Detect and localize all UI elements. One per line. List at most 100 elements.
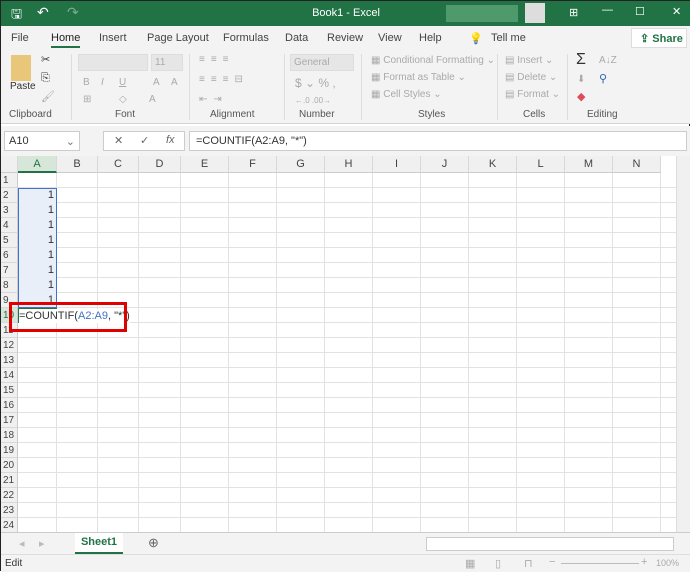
indent-icons[interactable]: ⇤⇥ (199, 94, 228, 105)
cell-A8[interactable]: 1 (18, 278, 57, 293)
row-header-17[interactable]: 17 (1, 413, 18, 428)
formula-input[interactable]: =COUNTIF(A2:A9, "*") (189, 131, 687, 151)
name-box[interactable]: A10 ⌄ (4, 131, 80, 151)
cell-A3[interactable]: 1 (18, 203, 57, 218)
tab-data[interactable]: Data (285, 32, 308, 44)
row-header-14[interactable]: 14 (1, 368, 18, 383)
column-header-I[interactable]: I (373, 156, 421, 173)
column-header-A[interactable]: A (18, 156, 57, 173)
sort-filter-icon[interactable]: A↓Z (599, 55, 617, 66)
tab-review[interactable]: Review (327, 32, 363, 44)
row-header-23[interactable]: 23 (1, 503, 18, 518)
column-header-L[interactable]: L (517, 156, 565, 173)
fill-icon[interactable]: ⬇ (577, 74, 585, 85)
paste-icon[interactable] (11, 55, 31, 81)
column-header-E[interactable]: E (181, 156, 229, 173)
cell-A2[interactable]: 1 (18, 188, 57, 203)
format-painter-icon[interactable]: 🖌 (41, 90, 55, 103)
font-size-select[interactable]: 11 (151, 54, 183, 71)
spreadsheet-grid[interactable]: A B C D E F G H I J K L M N 1 2 3 4 5 6 7 8 9 10 11 12 13 14 15 16 17 1… (1, 156, 676, 532)
row-header-24[interactable]: 24 (1, 518, 18, 532)
column-header-F[interactable]: F (229, 156, 277, 173)
zoom-out-icon[interactable]: − (549, 556, 555, 568)
horizontal-align-icons[interactable]: ≡≡≡⊟ (199, 74, 249, 85)
row-header-13[interactable]: 13 (1, 353, 18, 368)
column-header-D[interactable]: D (139, 156, 181, 173)
cancel-icon[interactable]: ✕ (114, 134, 123, 147)
zoom-level[interactable]: 100% (656, 558, 679, 568)
horizontal-scrollbar[interactable] (426, 537, 674, 551)
minimize-icon[interactable]: — (602, 4, 613, 16)
font-shrink-icon[interactable]: A (171, 77, 178, 88)
insert-function-icon[interactable]: fx (166, 134, 175, 146)
row-header-7[interactable]: 7 (1, 263, 18, 278)
tab-formulas[interactable]: Formulas (223, 32, 269, 44)
account-name[interactable] (446, 5, 518, 22)
column-header-G[interactable]: G (277, 156, 325, 173)
fill-color-icon[interactable]: ◇ (119, 94, 127, 105)
add-sheet-icon[interactable]: ⊕ (148, 535, 159, 551)
page-break-view-icon[interactable]: ⊓ (524, 557, 533, 570)
avatar[interactable] (525, 3, 545, 23)
tab-file[interactable]: File (11, 32, 29, 44)
column-header-C[interactable]: C (98, 156, 139, 173)
row-header-1[interactable]: 1 (1, 173, 18, 188)
row-header-22[interactable]: 22 (1, 488, 18, 503)
column-header-J[interactable]: J (421, 156, 469, 173)
share-button[interactable]: ⇪ Share (631, 28, 687, 48)
bold-icon[interactable]: B (83, 77, 90, 88)
tell-me-search[interactable]: Tell me (491, 32, 526, 44)
number-format-select[interactable]: General (290, 54, 354, 71)
copy-icon[interactable]: ⎘ (41, 72, 50, 85)
clear-icon[interactable]: ◆ (577, 90, 585, 103)
normal-view-icon[interactable]: ▦ (465, 557, 475, 570)
cut-icon[interactable]: ✂ (41, 53, 50, 66)
cell-A4[interactable]: 1 (18, 218, 57, 233)
font-grow-icon[interactable]: A (153, 77, 160, 88)
select-all-button[interactable] (1, 156, 18, 173)
italic-icon[interactable]: I (101, 77, 104, 88)
currency-icon[interactable]: $ ⌄ % , (295, 76, 336, 90)
prev-sheet-icon[interactable]: ◂ (19, 537, 25, 550)
zoom-slider[interactable] (561, 563, 639, 564)
insert-cells-button[interactable]: ▤ Insert ⌄ (505, 55, 553, 66)
borders-icon[interactable]: ⊞ (83, 94, 91, 105)
cell-styles-button[interactable]: ▦ Cell Styles ⌄ (371, 89, 442, 100)
row-header-20[interactable]: 20 (1, 458, 18, 473)
column-header-B[interactable]: B (57, 156, 98, 173)
page-layout-view-icon[interactable]: ▯ (495, 557, 501, 570)
cell-A1[interactable] (18, 173, 57, 188)
conditional-formatting-button[interactable]: ▦ Conditional Formatting ⌄ (371, 55, 495, 66)
cell-A7[interactable]: 1 (18, 263, 57, 278)
row-header-5[interactable]: 5 (1, 233, 18, 248)
column-header-K[interactable]: K (469, 156, 517, 173)
underline-icon[interactable]: U (119, 77, 126, 88)
row-header-18[interactable]: 18 (1, 428, 18, 443)
row-header-16[interactable]: 16 (1, 398, 18, 413)
autosum-icon[interactable]: Σ (576, 51, 586, 69)
maximize-icon[interactable]: ☐ (635, 5, 645, 18)
tab-insert[interactable]: Insert (99, 32, 127, 44)
tab-page-layout[interactable]: Page Layout (147, 32, 209, 44)
enter-icon[interactable]: ✓ (140, 134, 149, 147)
row-header-19[interactable]: 19 (1, 443, 18, 458)
zoom-in-icon[interactable]: + (641, 556, 647, 568)
column-header-H[interactable]: H (325, 156, 373, 173)
tab-home[interactable]: Home (51, 32, 81, 48)
close-icon[interactable]: ✕ (672, 5, 681, 18)
font-name-select[interactable] (78, 54, 148, 71)
row-header-3[interactable]: 3 (1, 203, 18, 218)
vertical-scrollbar[interactable] (676, 156, 690, 532)
vertical-align-icons[interactable]: ≡≡≡ (199, 54, 235, 65)
cell-A6[interactable]: 1 (18, 248, 57, 263)
row-header-8[interactable]: 8 (1, 278, 18, 293)
paste-button[interactable]: Paste (10, 81, 36, 92)
tab-help[interactable]: Help (419, 32, 442, 44)
row-header-15[interactable]: 15 (1, 383, 18, 398)
row-header-12[interactable]: 12 (1, 338, 18, 353)
delete-cells-button[interactable]: ▤ Delete ⌄ (505, 72, 557, 83)
row-header-6[interactable]: 6 (1, 248, 18, 263)
ribbon-display-icon[interactable]: ⊞ (569, 6, 578, 19)
row-header-4[interactable]: 4 (1, 218, 18, 233)
decimal-icons[interactable]: ←.0 .00→ (295, 96, 331, 105)
